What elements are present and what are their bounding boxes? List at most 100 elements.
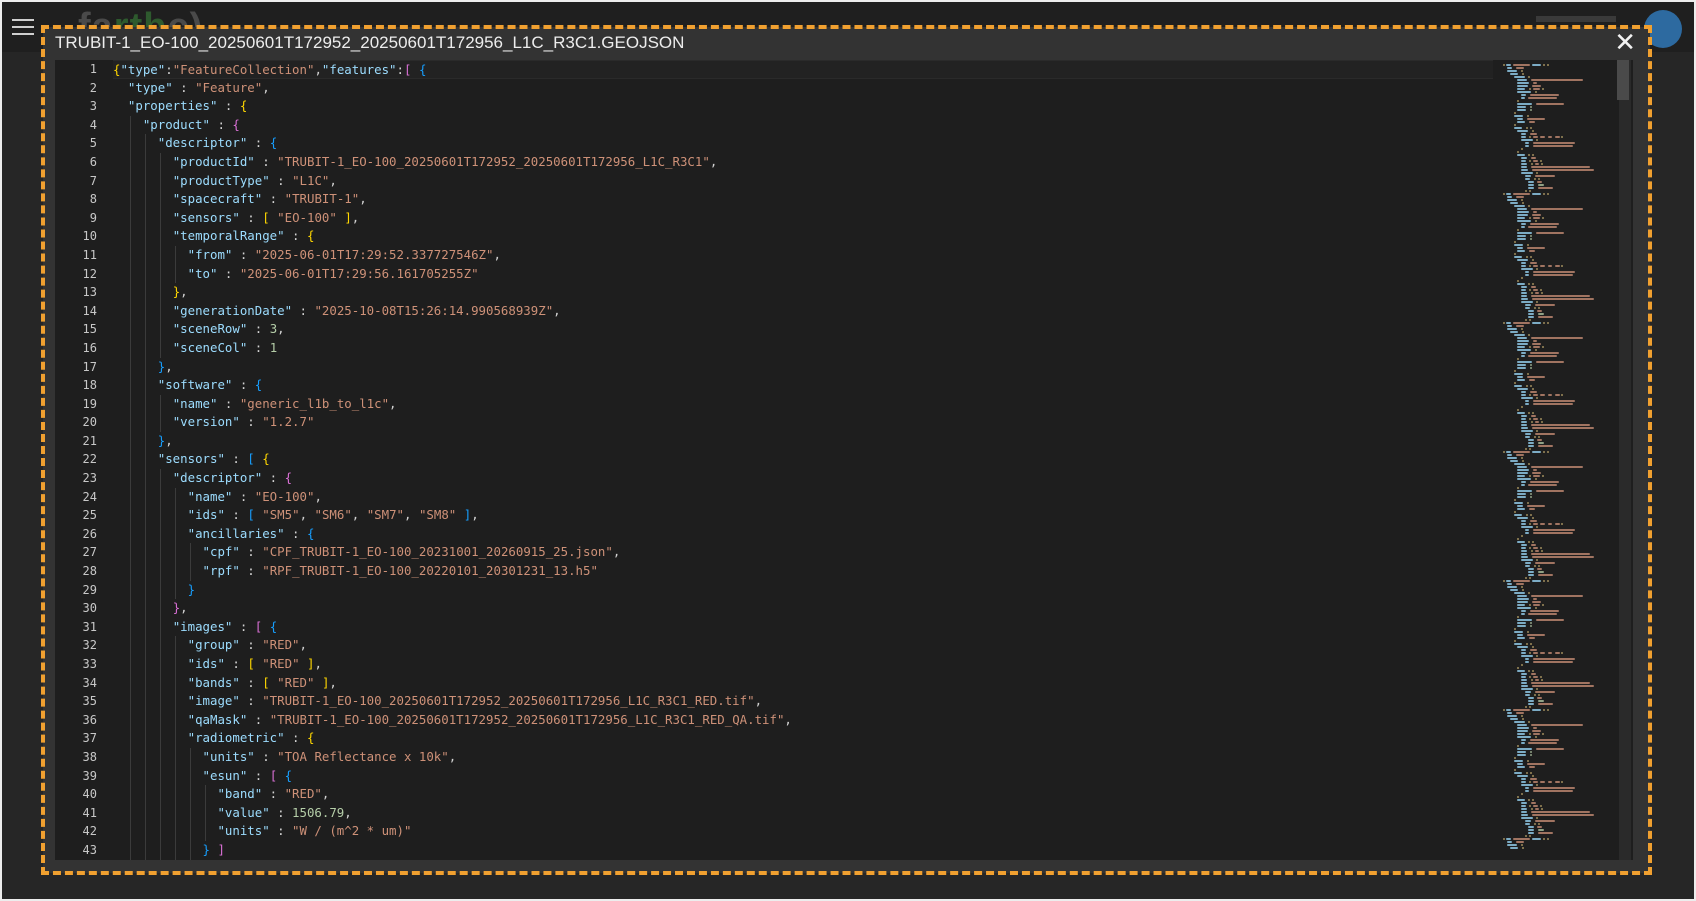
code-line[interactable]: "esun" : [ { bbox=[113, 766, 1493, 786]
code-token: [ bbox=[262, 209, 270, 225]
code-line[interactable]: }, bbox=[113, 357, 1493, 377]
line-number: 7 bbox=[89, 173, 97, 188]
code-token: { bbox=[284, 767, 293, 783]
minimap-token bbox=[1517, 733, 1526, 735]
code-line[interactable]: } bbox=[113, 580, 1493, 600]
code-line[interactable]: "rpf" : "RPF_TRUBIT-1_EO-100_20220101_20… bbox=[113, 562, 1493, 581]
minimap-token bbox=[1534, 163, 1540, 165]
minimap-token bbox=[1529, 523, 1532, 525]
minimap-token bbox=[1531, 544, 1536, 546]
appbar-control[interactable] bbox=[1536, 16, 1616, 22]
minimap-token bbox=[1534, 304, 1556, 306]
code-token: , bbox=[471, 507, 479, 523]
code-line[interactable]: "group" : "RED", bbox=[113, 636, 1493, 655]
code-line[interactable]: "image" : "TRUBIT-1_EO-100_20250601T1729… bbox=[113, 692, 1493, 711]
indent-guide bbox=[160, 543, 161, 563]
scrollbar-thumb[interactable] bbox=[1617, 60, 1629, 100]
indent-guide bbox=[130, 655, 131, 674]
minimap-token bbox=[1513, 628, 1516, 630]
minimap-token bbox=[1530, 493, 1533, 495]
minimap-token bbox=[1515, 841, 1524, 843]
minimap-token bbox=[1547, 709, 1550, 711]
code-line[interactable]: "sensors" : [ "EO-100" ], bbox=[113, 208, 1493, 228]
minimap-token bbox=[1530, 610, 1559, 612]
minimap-token bbox=[1533, 436, 1536, 438]
code-line[interactable]: {"type":"FeatureCollection","features":[… bbox=[113, 60, 1493, 79]
code-line[interactable]: "to" : "2025-06-01T17:29:56.161705255Z" bbox=[113, 264, 1493, 284]
minimap-token bbox=[1524, 433, 1531, 435]
code-line[interactable]: "temporalRange" : { bbox=[113, 227, 1493, 246]
code-content[interactable]: {"type":"FeatureCollection","features":[… bbox=[113, 60, 1493, 860]
minimap-token bbox=[1538, 187, 1553, 189]
minimap-token bbox=[1521, 295, 1528, 297]
code-line[interactable]: "sensors" : [ { bbox=[113, 450, 1493, 470]
minimap-token bbox=[1510, 718, 1519, 720]
minimap-token bbox=[1538, 571, 1545, 573]
code-line[interactable]: "units" : "W / (m^2 * um)" bbox=[113, 822, 1493, 841]
code-line[interactable]: "from" : "2025-06-01T17:29:52.337727546Z… bbox=[113, 245, 1493, 265]
code-line[interactable]: "units" : "TOA Reflectance x 10k", bbox=[113, 747, 1493, 767]
minimap-token bbox=[1531, 79, 1584, 81]
minimap-token bbox=[1510, 589, 1519, 591]
code-line[interactable]: "ids" : [ "RED" ], bbox=[113, 655, 1493, 674]
code-line[interactable]: "bands" : [ "RED" ], bbox=[113, 673, 1493, 693]
code-line[interactable]: "ancillaries" : { bbox=[113, 524, 1493, 544]
code-token: , bbox=[493, 246, 501, 262]
minimap-token bbox=[1506, 325, 1512, 327]
minimap-token bbox=[1522, 589, 1524, 591]
code-line[interactable]: "spacecraft" : "TRUBIT-1", bbox=[113, 190, 1493, 209]
code-line[interactable]: "sceneCol" : 1 bbox=[113, 338, 1493, 358]
minimap-token bbox=[1534, 736, 1537, 738]
code-line[interactable]: "name" : "EO-100", bbox=[113, 487, 1493, 507]
code-token: "image" bbox=[187, 693, 240, 709]
close-icon[interactable]: ✕ bbox=[1614, 27, 1636, 57]
indent-guide bbox=[130, 785, 131, 804]
minimap-token bbox=[1531, 286, 1536, 288]
code-line[interactable]: "value" : 1506.79, bbox=[113, 803, 1493, 823]
minimap-token bbox=[1543, 193, 1546, 195]
code-line[interactable]: "properties" : { bbox=[113, 97, 1493, 116]
menu-icon[interactable] bbox=[12, 19, 34, 35]
minimap-token bbox=[1530, 391, 1538, 393]
code-line[interactable]: "software" : { bbox=[113, 376, 1493, 395]
minimap-token bbox=[1521, 652, 1526, 654]
code-line[interactable]: } ] bbox=[113, 840, 1493, 860]
code-line[interactable]: "productId" : "TRUBIT-1_EO-100_20250601T… bbox=[113, 152, 1493, 172]
minimap-token bbox=[1542, 604, 1545, 606]
code-line[interactable]: "generationDate" : "2025-10-08T15:26:14.… bbox=[113, 301, 1493, 321]
code-line[interactable]: "ids" : [ "SM5", "SM6", "SM7", "SM8" ], bbox=[113, 506, 1493, 525]
code-line[interactable]: "band" : "RED", bbox=[113, 785, 1493, 804]
code-line[interactable]: "productType" : "L1C", bbox=[113, 171, 1493, 191]
code-line[interactable]: "cpf" : "CPF_TRUBIT-1_EO-100_20231001_20… bbox=[113, 543, 1493, 563]
code-line[interactable]: "sceneRow" : 3, bbox=[113, 320, 1493, 339]
code-minimap[interactable] bbox=[1503, 60, 1613, 860]
code-token: "TRUBIT-1_EO-100_20250601T172952_2025060… bbox=[262, 693, 755, 709]
code-line[interactable]: "version" : "1.2.7" bbox=[113, 413, 1493, 432]
code-editor[interactable]: 1 2 3 4 5 6 7 8 9 10 11 12 13 14 15 16 17 18 19 20 21 22 23 24 2… bbox=[55, 60, 1633, 860]
vertical-scrollbar[interactable] bbox=[1617, 60, 1631, 860]
line-number: 2 bbox=[89, 80, 97, 95]
code-line[interactable]: "descriptor" : { bbox=[113, 469, 1493, 488]
code-line[interactable]: "radiometric" : { bbox=[113, 729, 1493, 748]
indent-guide bbox=[160, 394, 161, 414]
code-line[interactable]: "descriptor" : { bbox=[113, 134, 1493, 153]
minimap-token bbox=[1517, 229, 1520, 231]
code-line[interactable]: }, bbox=[113, 599, 1493, 618]
indent-guide bbox=[160, 673, 161, 693]
indent-guide bbox=[175, 785, 176, 804]
minimap-token bbox=[1521, 292, 1528, 294]
code-line[interactable]: }, bbox=[113, 431, 1493, 451]
code-line[interactable]: "product" : { bbox=[113, 115, 1493, 135]
code-line[interactable]: "images" : [ { bbox=[113, 617, 1493, 637]
code-token: "RED" bbox=[262, 637, 300, 653]
code-line[interactable]: "name" : "generic_l1b_to_l1c", bbox=[113, 394, 1493, 414]
code-line[interactable]: "qaMask" : "TRUBIT-1_EO-100_20250601T172… bbox=[113, 710, 1493, 730]
minimap-token bbox=[1503, 838, 1505, 840]
code-line[interactable]: }, bbox=[113, 283, 1493, 302]
line-number: 5 bbox=[89, 136, 97, 151]
line-number: 34 bbox=[82, 675, 97, 690]
code-line[interactable]: "type" : "Feature", bbox=[113, 79, 1493, 98]
minimap-token bbox=[1533, 781, 1538, 783]
